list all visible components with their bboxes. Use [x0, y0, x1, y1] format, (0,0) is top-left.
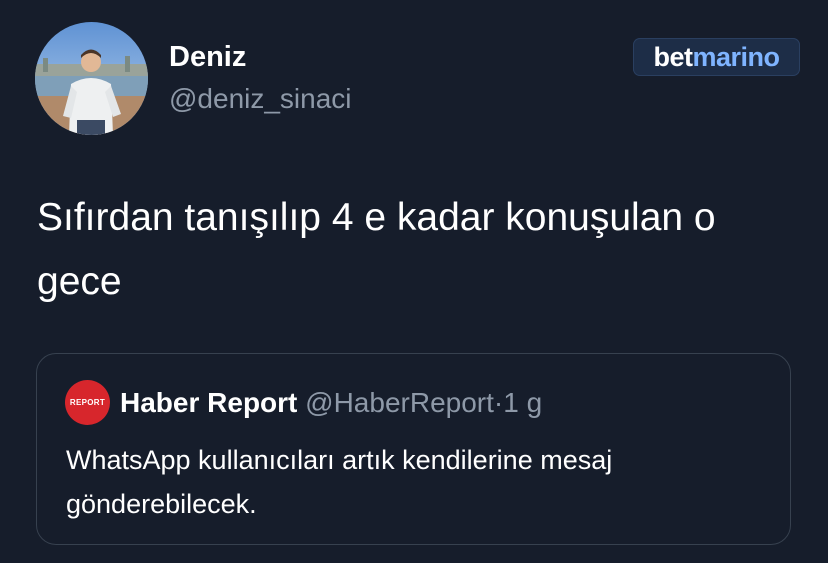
- betmarino-watermark: bet marino: [633, 38, 800, 76]
- avatar-photo: [35, 22, 148, 135]
- quoted-tweet-header: Haber Report @HaberReport·1 g: [120, 387, 542, 419]
- quoted-tweet-avatar[interactable]: REPORT: [65, 380, 110, 425]
- quoted-tweet-display-name[interactable]: Haber Report: [120, 387, 297, 418]
- author-handle[interactable]: @deniz_sinaci: [169, 83, 352, 115]
- watermark-text-marino: marino: [692, 41, 780, 72]
- author-display-name[interactable]: Deniz: [169, 41, 246, 74]
- quoted-tweet-text: WhatsApp kullanıcıları artık kendilerine…: [66, 445, 613, 519]
- quoted-avatar-logo-text: REPORT: [69, 398, 106, 407]
- quoted-tweet-handle[interactable]: @HaberReport: [305, 387, 494, 418]
- watermark-text-bet: bet: [653, 41, 693, 72]
- author-avatar[interactable]: [35, 22, 148, 135]
- tweet-text: Sıfırdan tanışılıp 4 e kadar konuşulan o…: [37, 196, 716, 303]
- quoted-tweet-separator: ·: [493, 387, 504, 418]
- quoted-tweet-time[interactable]: 1 g: [503, 387, 542, 418]
- quoted-tweet-card[interactable]: REPORT Haber Report @HaberReport·1 g Wha…: [36, 353, 791, 545]
